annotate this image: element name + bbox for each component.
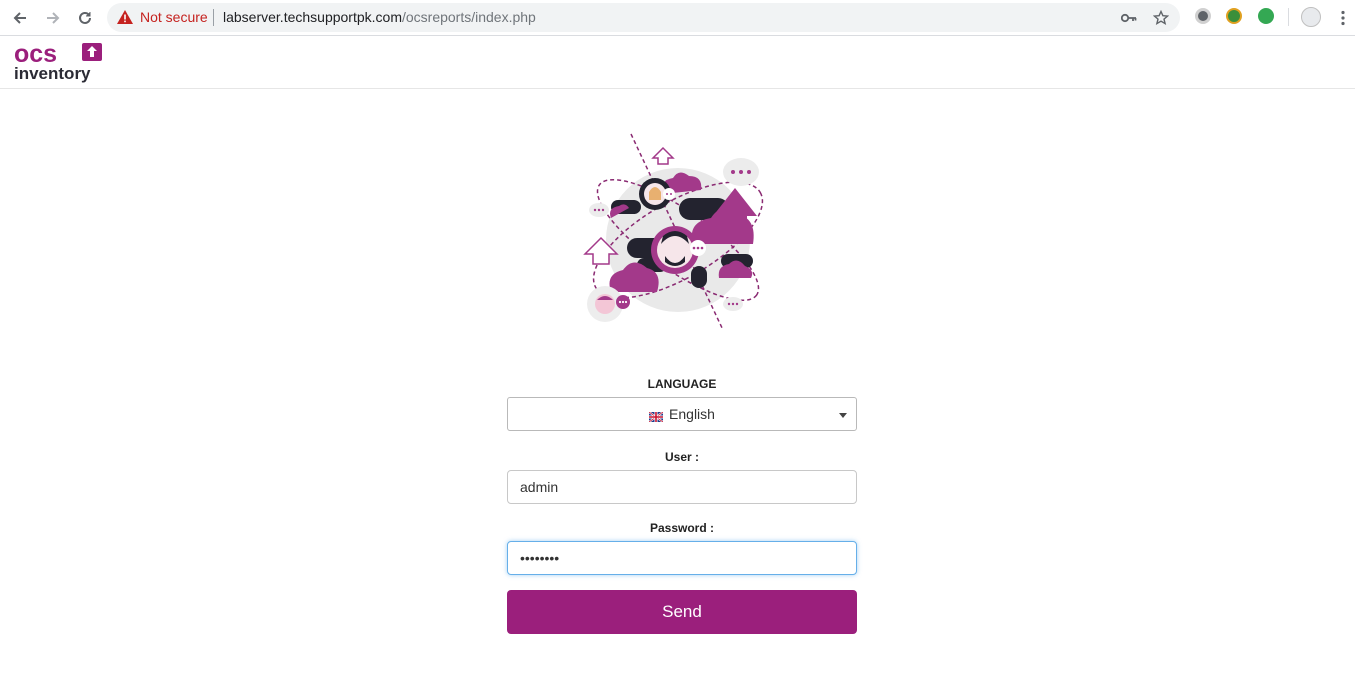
password-input[interactable] <box>507 541 857 575</box>
address-bar[interactable]: Not secure labserver.techsupportpk.com/o… <box>107 3 1180 32</box>
language-label: LANGUAGE <box>647 377 717 391</box>
warning-icon[interactable] <box>117 10 133 29</box>
logo-text-inventory: inventory <box>14 64 91 83</box>
login-illustration <box>583 133 764 331</box>
reload-icon[interactable] <box>73 6 97 30</box>
extension-icon[interactable] <box>1258 8 1274 24</box>
security-status[interactable]: Not secure <box>140 9 208 25</box>
back-icon[interactable] <box>8 6 32 30</box>
browser-toolbar: Not secure labserver.techsupportpk.com/o… <box>0 0 1355 36</box>
url-text[interactable]: labserver.techsupportpk.com/ocsreports/i… <box>223 9 536 25</box>
app-header: ocs inventory <box>0 37 1355 89</box>
forward-icon[interactable] <box>41 6 65 30</box>
user-input[interactable] <box>507 470 857 504</box>
star-icon[interactable] <box>1151 8 1171 28</box>
uk-flag-icon <box>648 409 664 423</box>
password-label: Password : <box>649 521 715 535</box>
menu-icon[interactable] <box>1331 6 1355 30</box>
extension-icon[interactable] <box>1195 8 1211 24</box>
url-path: /ocsreports/index.php <box>401 9 536 25</box>
chevron-down-icon <box>839 413 847 418</box>
ocs-inventory-logo[interactable]: ocs inventory <box>14 41 106 83</box>
language-select[interactable]: English <box>507 397 857 431</box>
divider <box>213 9 214 26</box>
profile-avatar-icon[interactable] <box>1301 7 1321 27</box>
language-value: English <box>669 406 715 422</box>
extension-icon[interactable] <box>1226 8 1242 24</box>
send-button[interactable]: Send <box>507 590 857 634</box>
key-icon[interactable] <box>1119 8 1139 28</box>
url-host: labserver.techsupportpk.com <box>223 9 402 25</box>
divider <box>1288 8 1289 26</box>
user-label: User : <box>664 450 699 464</box>
